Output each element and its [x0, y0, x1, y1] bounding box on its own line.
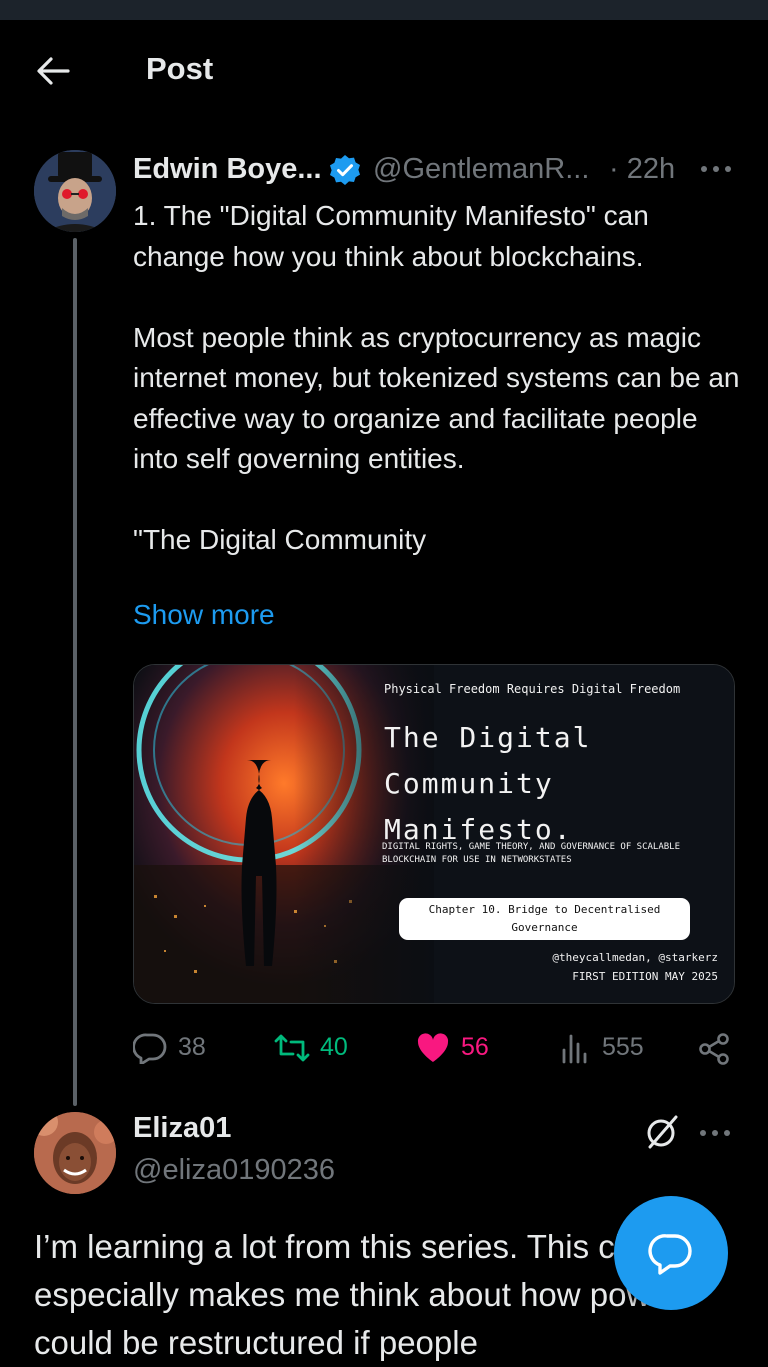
verified-badge-icon	[329, 154, 361, 186]
show-more-link[interactable]: Show more	[133, 599, 275, 631]
post-paragraph: Most people think as cryptocurrency as m…	[133, 321, 740, 475]
post-paragraph: 1. The "Digital Community Manifesto" can…	[133, 200, 649, 272]
reply-author-avatar[interactable]	[34, 1112, 116, 1194]
media-subtitle-line: BLOCKCHAIN FOR USE IN NETWORKSTATES	[382, 855, 572, 865]
like-count: 56	[461, 1033, 489, 1061]
views-icon	[562, 1034, 587, 1064]
author-name[interactable]: Edwin Boye...	[133, 153, 322, 186]
reply-author-handle[interactable]: @eliza0190236	[133, 1154, 335, 1187]
heart-icon	[417, 1033, 449, 1062]
media-title-line: The Digital	[384, 721, 592, 754]
page-title: Post	[146, 51, 214, 86]
media-edition: FIRST EDITION MAY 2025	[572, 970, 718, 983]
back-button[interactable]	[36, 56, 70, 86]
repost-icon	[274, 1034, 310, 1062]
media-chapter-badge: Chapter 10. Bridge to Decentralised Gove…	[399, 898, 690, 940]
view-count: 555	[602, 1033, 644, 1061]
thread-connector-line	[73, 238, 77, 1106]
reply-author-name[interactable]: Eliza01	[133, 1112, 231, 1145]
grok-icon	[647, 1115, 678, 1149]
media-title-line: Community	[384, 767, 554, 800]
media-subtitle: DIGITAL RIGHTS, GAME THEORY, AND GOVERNA…	[382, 841, 680, 867]
media-subtitle-line: DIGITAL RIGHTS, GAME THEORY, AND GOVERNA…	[382, 842, 681, 852]
back-arrow-icon	[37, 57, 70, 85]
post-paragraph: "The Digital Community	[133, 524, 427, 555]
media-tagline: Physical Freedom Requires Digital Freedo…	[384, 682, 681, 696]
post-header: Edwin Boye... @GentlemanR... · 22h	[133, 150, 743, 190]
media-chapter-line: Governance	[511, 921, 578, 934]
media-title: The Digital Community Manifesto.	[384, 715, 591, 853]
post-more-button[interactable]	[699, 150, 733, 184]
author-handle[interactable]: @GentlemanR...	[373, 153, 589, 186]
compose-reply-button[interactable]	[614, 1196, 728, 1310]
more-icon	[700, 1130, 730, 1136]
reply-icon	[133, 1033, 167, 1064]
post-time: · 22h	[609, 153, 676, 185]
author-avatar[interactable]	[34, 150, 116, 232]
more-icon	[701, 166, 731, 172]
post-media-image[interactable]: Physical Freedom Requires Digital Freedo…	[133, 664, 735, 1004]
media-chapter-line: Chapter 10. Bridge to Decentralised	[428, 903, 661, 916]
post-text: 1. The "Digital Community Manifesto" can…	[133, 196, 743, 561]
compose-reply-icon	[648, 1234, 692, 1275]
grok-button[interactable]	[644, 1114, 680, 1150]
reply-more-button[interactable]	[698, 1116, 732, 1150]
avatar-image	[34, 150, 116, 232]
share-icon	[699, 1033, 729, 1065]
media-authors: @theycallmedan, @starkerz	[552, 951, 718, 964]
reply-count: 38	[178, 1033, 206, 1061]
top-bar: Post	[0, 20, 768, 120]
status-bar	[0, 0, 768, 20]
repost-count: 40	[320, 1033, 348, 1061]
post-action-bar: 38 40 56 555	[133, 1026, 743, 1070]
avatar-image	[34, 1112, 116, 1194]
